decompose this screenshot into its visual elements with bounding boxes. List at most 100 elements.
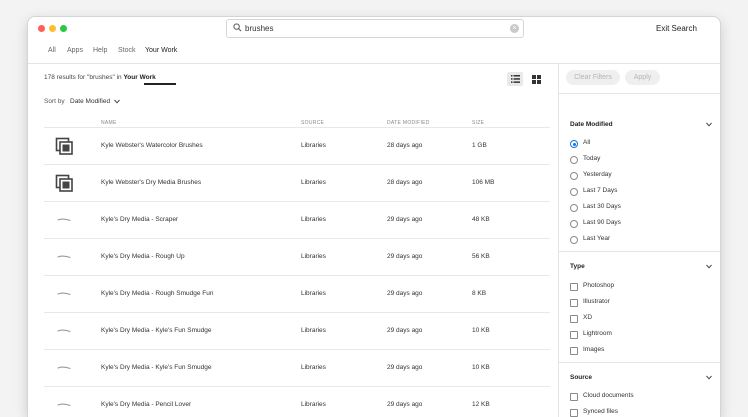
chevron-down-icon[interactable] [706,122,712,127]
checkbox[interactable] [570,331,578,339]
radio-button[interactable] [570,140,578,148]
radio-button[interactable] [570,156,578,164]
radio-option[interactable]: Last 30 Days [570,203,710,213]
minimize-window-button[interactable] [49,25,56,32]
tab-apps[interactable]: Apps [67,47,83,54]
checkbox[interactable] [570,347,578,355]
table-row[interactable]: Kyle's Dry Media - Pencil Lover Libraries… [44,386,550,417]
checkbox[interactable] [570,283,578,291]
type-section-title: Type [570,263,585,270]
option-label: Last 7 Days [583,187,618,194]
apply-filters-button[interactable]: Apply [625,70,660,85]
row-source: Libraries [301,364,326,371]
option-label: Synced files [583,408,619,415]
row-date-modified: 29 days ago [387,290,423,297]
radio-option[interactable]: Last 7 Days [570,187,710,197]
close-window-button[interactable] [38,25,45,32]
library-icon [54,136,74,156]
option-label: Today [583,155,601,162]
radio-option[interactable]: Last 90 Days [570,219,710,229]
row-source: Libraries [301,142,326,149]
row-source: Libraries [301,253,326,260]
list-view-icon [510,75,520,83]
checkbox-option[interactable]: Cloud documents [570,392,710,402]
results-area: 178 results for "brushes" in Your Work S… [28,64,558,417]
tab-stock[interactable]: Stock [118,47,136,54]
title-bar: × Exit Search [28,17,720,39]
column-header-date-modified[interactable]: DATE MODIFIED [387,120,430,126]
option-label: Last 30 Days [583,203,621,210]
zoom-window-button[interactable] [60,25,67,32]
row-name: Kyle's Dry Media - Kyle's Fun Smudge [101,327,212,334]
tab-bar: All Apps Help Stock Your Work [28,39,720,85]
brush-stroke-icon [54,395,74,415]
chevron-down-icon[interactable] [114,99,120,104]
radio-button[interactable] [570,172,578,180]
row-date-modified: 29 days ago [387,216,423,223]
row-name: Kyle's Dry Media - Scraper [101,216,179,223]
checkbox-option[interactable]: Synced files [570,408,710,417]
checkbox-option[interactable]: XD [570,314,710,324]
brush-stroke-icon [54,284,74,304]
grid-view-button[interactable] [528,72,544,86]
chevron-down-icon[interactable] [706,375,712,380]
radio-option[interactable]: Today [570,155,710,165]
brush-stroke-icon [54,358,74,378]
checkbox-option[interactable]: Illustrator [570,298,710,308]
row-date-modified: 28 days ago [387,179,423,186]
exit-search-button[interactable]: Exit Search [656,24,697,33]
row-size: 48 KB [472,216,490,223]
tab-all[interactable]: All [48,47,56,54]
checkbox-option[interactable]: Images [570,346,710,356]
row-name: Kyle Webster's Watercolor Brushes [101,142,203,149]
sort-by-label: Sort by [44,98,65,105]
row-date-modified: 28 days ago [387,142,423,149]
table-row[interactable]: Kyle's Dry Media - Kyle's Fun Smudge Libr… [44,349,550,386]
checkbox[interactable] [570,299,578,307]
row-size: 10 KB [472,327,490,334]
option-label: Illustrator [583,298,610,305]
radio-option[interactable]: All [570,139,710,149]
row-name: Kyle's Dry Media - Kyle's Fun Smudge [101,364,212,371]
list-view-button[interactable] [507,72,523,86]
option-label: Images [583,346,605,353]
radio-button[interactable] [570,204,578,212]
sort-dropdown[interactable]: Date Modified [70,98,110,105]
table-row[interactable]: Kyle Webster's Watercolor Brushes Librari… [44,127,550,164]
column-header-name[interactable]: NAME [101,120,117,126]
chevron-down-icon[interactable] [706,264,712,269]
column-header-size[interactable]: SIZE [472,120,484,126]
source-section-title: Source [570,374,593,381]
checkbox[interactable] [570,315,578,323]
tab-your-work[interactable]: Your Work [145,47,177,54]
radio-button[interactable] [570,220,578,228]
radio-button[interactable] [570,236,578,244]
radio-option[interactable]: Yesterday [570,171,710,181]
checkbox-option[interactable]: Lightroom [570,330,710,340]
table-row[interactable]: Kyle's Dry Media - Rough Up Libraries 29 d… [44,238,550,275]
column-header-source[interactable]: SOURCE [301,120,324,126]
radio-button[interactable] [570,188,578,196]
clear-filters-button[interactable]: Clear Filters [566,70,620,85]
row-name: Kyle's Dry Media - Pencil Lover [101,401,192,408]
row-size: 10 KB [472,364,490,371]
clear-search-icon[interactable]: × [510,24,519,33]
search-input[interactable] [245,20,505,37]
table-row[interactable]: Kyle's Dry Media - Kyle's Fun Smudge Libr… [44,312,550,349]
table-row[interactable]: Kyle's Dry Media - Rough Smudge Fun Libra… [44,275,550,312]
checkbox[interactable] [570,409,578,417]
option-label: Last 90 Days [583,219,621,226]
row-date-modified: 29 days ago [387,401,423,408]
brush-stroke-icon [54,247,74,267]
table-row[interactable]: Kyle's Dry Media - Scraper Libraries 29 da… [44,201,550,238]
checkbox-option[interactable]: Photoshop [570,282,710,292]
table-row[interactable]: Kyle Webster's Dry Media Brushes Librarie… [44,164,550,201]
tab-help[interactable]: Help [93,47,107,54]
search-box[interactable]: × [226,19,524,38]
row-source: Libraries [301,216,326,223]
row-source: Libraries [301,179,326,186]
radio-option[interactable]: Last Year [570,235,710,245]
row-size: 106 MB [472,179,495,186]
option-label: Last Year [583,235,611,242]
row-date-modified: 29 days ago [387,253,423,260]
